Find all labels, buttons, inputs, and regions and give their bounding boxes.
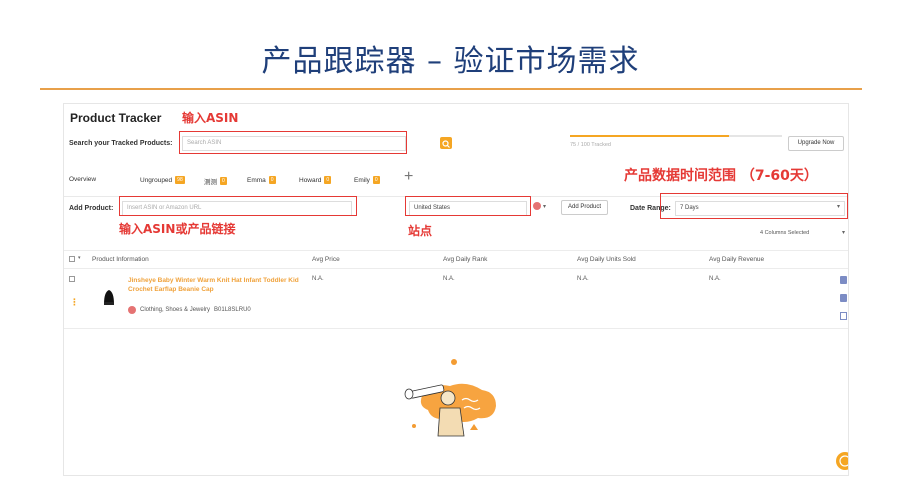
search-icon bbox=[442, 140, 450, 148]
tab-count-badge: 0 bbox=[372, 176, 380, 184]
highlight-date-range bbox=[660, 193, 848, 219]
tracked-progress-fill bbox=[570, 135, 729, 137]
avg-daily-rank-value: N.A. bbox=[443, 276, 455, 282]
upgrade-button[interactable]: Upgrade Now bbox=[788, 136, 844, 151]
slide-title: 产品跟踪器 – 验证市场需求 bbox=[261, 44, 640, 79]
tab-label: Emma bbox=[247, 176, 266, 184]
highlight-add-product bbox=[119, 196, 357, 216]
product-asin[interactable]: B01L8SLRU0 bbox=[214, 307, 251, 313]
select-all-chevron-icon[interactable]: ▾ bbox=[78, 255, 81, 261]
tab-count-badge: 0 bbox=[268, 176, 276, 184]
row-checkbox[interactable] bbox=[69, 276, 75, 282]
header-avg-daily-revenue[interactable]: Avg Daily Revenue bbox=[709, 256, 764, 263]
avg-price-value: N.A. bbox=[312, 276, 324, 282]
scout-illustration bbox=[392, 352, 522, 447]
beanie-hat-icon bbox=[104, 290, 114, 305]
highlight-marketplace bbox=[405, 196, 531, 216]
tab-label: Ungrouped bbox=[140, 176, 173, 184]
row-bottom-line bbox=[64, 328, 848, 329]
columns-selected[interactable]: 4 Columns Selected bbox=[760, 230, 809, 236]
tab-label: 测测 bbox=[204, 179, 217, 186]
row-drag-handle-icon[interactable]: ⋮ bbox=[70, 297, 79, 308]
annotation-input-asin: 输入ASIN bbox=[182, 111, 239, 125]
chevron-down-icon[interactable]: ▾ bbox=[543, 203, 546, 210]
tab-label: Howard bbox=[299, 176, 322, 184]
avg-daily-units-value: N.A. bbox=[577, 276, 589, 282]
columns-chevron-icon: ▾ bbox=[842, 230, 846, 236]
product-title-link[interactable]: Jinsheye Baby Winter Warm Knit Hat Infan… bbox=[128, 276, 304, 294]
header-avg-daily-rank[interactable]: Avg Daily Rank bbox=[443, 256, 487, 263]
search-label: Search your Tracked Products: bbox=[69, 140, 173, 147]
trash-icon[interactable] bbox=[840, 276, 847, 284]
tab-label: Emily bbox=[354, 176, 370, 184]
product-thumbnail bbox=[102, 288, 116, 311]
search-button[interactable] bbox=[440, 137, 452, 149]
annotation-site: 站点 bbox=[408, 224, 433, 238]
notes-icon[interactable] bbox=[840, 294, 847, 302]
title-divider bbox=[40, 88, 862, 90]
header-avg-daily-units[interactable]: Avg Daily Units Sold bbox=[577, 256, 636, 263]
add-product-label: Add Product: bbox=[69, 205, 114, 212]
product-tracker-panel: Product Tracker 输入ASIN Search your Track… bbox=[63, 103, 849, 476]
header-top-line bbox=[64, 250, 848, 251]
tab-emily[interactable]: Emily 0 bbox=[354, 176, 380, 184]
us-flag-icon bbox=[533, 202, 541, 210]
tab-emma[interactable]: Emma 0 bbox=[247, 176, 276, 184]
header-product-information[interactable]: Product Information bbox=[92, 256, 149, 263]
help-icon bbox=[839, 455, 848, 467]
tab-count-badge: 0 bbox=[324, 176, 332, 184]
tab-count-badge: 0 bbox=[220, 177, 227, 185]
add-tab-button[interactable]: + bbox=[404, 168, 413, 186]
tracked-count: 75 / 100 Tracked bbox=[570, 142, 611, 148]
header-bottom-line bbox=[64, 268, 848, 269]
us-flag-icon bbox=[128, 306, 136, 314]
tracked-progress-bar bbox=[570, 135, 782, 137]
tab-howard[interactable]: Howard 0 bbox=[299, 176, 332, 184]
add-product-button[interactable]: Add Product bbox=[561, 200, 609, 215]
select-all-checkbox[interactable] bbox=[69, 256, 75, 262]
tab-ungrouped[interactable]: Ungrouped 98 bbox=[140, 176, 185, 184]
annotation-asin-or-link: 输入ASIN或产品链接 bbox=[119, 222, 236, 236]
page-title: Product Tracker bbox=[70, 111, 162, 125]
help-button[interactable] bbox=[836, 452, 848, 470]
category-name: Clothing, Shoes & Jewelry bbox=[140, 307, 211, 313]
header-avg-price[interactable]: Avg Price bbox=[312, 256, 340, 263]
annotation-date-range: 产品数据时间范围 （7-60天） bbox=[624, 168, 818, 184]
tab-count-badge: 98 bbox=[175, 176, 185, 184]
tab-overview[interactable]: Overview bbox=[69, 176, 96, 183]
highlight-search bbox=[179, 131, 407, 154]
tab-label: Overview bbox=[69, 176, 97, 183]
avg-daily-revenue-value: N.A. bbox=[709, 276, 721, 282]
product-category: Clothing, Shoes & Jewelry B01L8SLRU0 bbox=[128, 306, 251, 314]
external-link-icon[interactable] bbox=[840, 312, 847, 320]
tab-group-1[interactable]: 测测 0 bbox=[204, 176, 227, 186]
